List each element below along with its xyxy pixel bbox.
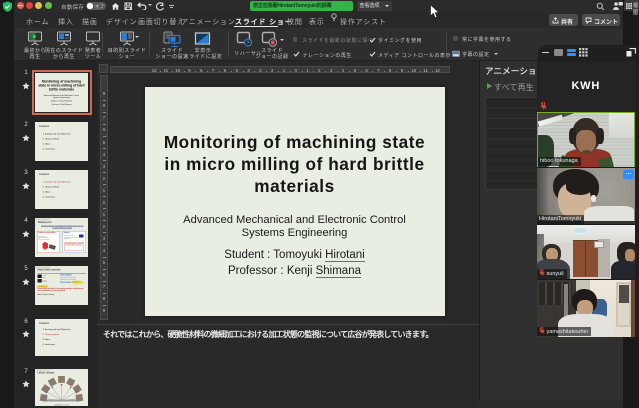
svg-text:LN wafer ( X cut ): LN wafer ( X cut ) <box>54 403 69 406</box>
